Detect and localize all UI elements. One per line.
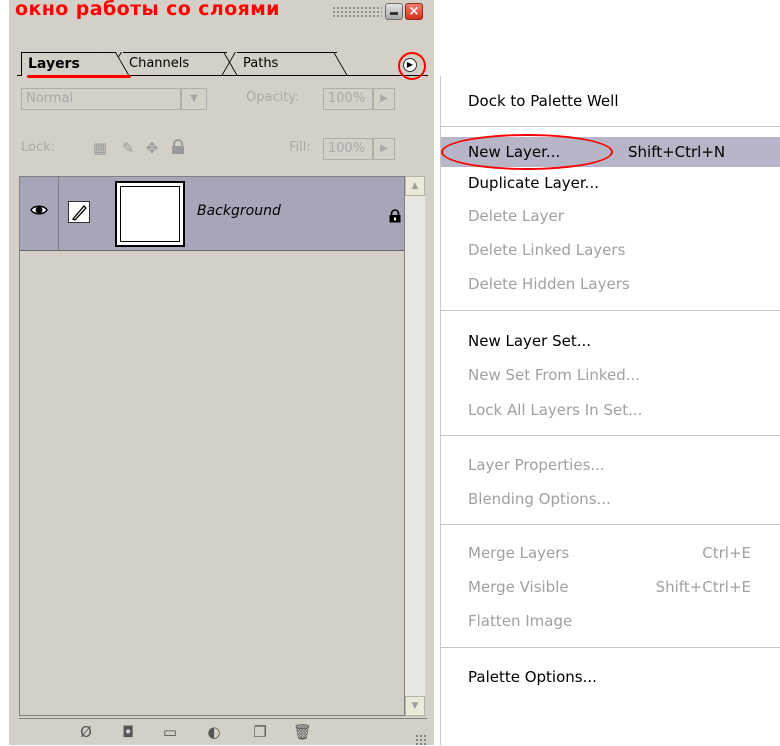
fill-slider-arrow-icon[interactable]: ▶	[373, 138, 395, 160]
layers-list: Background	[19, 176, 405, 716]
menu-item-duplicate-layer[interactable]: Duplicate Layer...	[441, 168, 780, 198]
menu-item-merge-visible: Merge Visible Shift+Ctrl+E	[441, 572, 780, 602]
blend-row: Normal ▼ Opacity: 100% ▶	[21, 88, 421, 112]
lock-position-move-icon[interactable]: ✥	[143, 139, 161, 157]
menu-item-dock-to-palette-well[interactable]: Dock to Palette Well	[441, 86, 780, 116]
tab-layers[interactable]: Layers	[21, 52, 113, 76]
layer-style-icon[interactable]: Ø	[77, 723, 95, 741]
fill-label: Fill:	[289, 140, 311, 155]
lock-row: Lock: ▦ ✎ ✥ Fill: 100% ▶	[21, 138, 421, 162]
scroll-up-icon[interactable]: ▲	[405, 176, 425, 196]
palette-bottom-bar: Ø ◘ ▭ ◐ ❐ 🗑	[19, 718, 427, 746]
palette-title: окно работы со слоями	[15, 0, 280, 20]
menu-item-palette-options[interactable]: Palette Options...	[441, 662, 780, 692]
menu-separator	[441, 435, 780, 436]
lock-label: Lock:	[21, 140, 56, 155]
layer-edit-toggle[interactable]	[60, 177, 104, 250]
opacity-label: Opacity:	[246, 90, 300, 105]
menu-item-layer-properties: Layer Properties...	[468, 456, 605, 474]
close-button[interactable]: ×	[405, 3, 423, 20]
padlock-icon	[389, 209, 401, 223]
menu-item-merge-layers: Merge Layers Ctrl+E	[441, 538, 780, 568]
title-bar-grip	[332, 6, 382, 18]
lock-pixels-brush-icon[interactable]: ✎	[119, 139, 137, 157]
new-layer-annotation	[441, 134, 613, 170]
menu-item-new-set-from-linked: New Set From Linked...	[468, 366, 641, 384]
lock-transparency-icon[interactable]: ▦	[91, 139, 109, 157]
palette-flyout-menu: Dock to Palette Well New Layer... Shift+…	[440, 76, 780, 745]
resize-grip[interactable]	[415, 734, 427, 746]
new-set-folder-icon[interactable]: ▭	[161, 723, 179, 741]
menu-item-delete-linked-layers: Delete Linked Layers	[468, 241, 626, 259]
fill-input[interactable]: 100%	[323, 138, 373, 160]
blend-mode-select[interactable]: Normal	[21, 88, 181, 110]
shortcut: Ctrl+E	[702, 544, 751, 562]
layer-name: Background	[197, 203, 281, 219]
menu-separator	[441, 310, 780, 311]
layers-scrollbar[interactable]: ▲ ▼	[405, 176, 425, 716]
shortcut: Shift+Ctrl+N	[628, 143, 726, 161]
visibility-toggle[interactable]	[20, 177, 59, 250]
scroll-down-icon[interactable]: ▼	[405, 696, 425, 716]
new-layer-icon[interactable]: ❐	[251, 723, 269, 741]
menu-separator	[441, 647, 780, 648]
minimize-button[interactable]	[385, 3, 403, 20]
menu-item-flatten-image: Flatten Image	[468, 612, 573, 630]
lock-all-padlock-icon[interactable]	[169, 139, 187, 157]
menu-item-delete-hidden-layers: Delete Hidden Layers	[468, 275, 630, 293]
trash-icon[interactable]: 🗑	[293, 723, 312, 741]
add-mask-icon[interactable]: ◘	[119, 723, 137, 741]
palette-menu-button[interactable]: ▶	[398, 52, 426, 80]
menu-item-new-layer-set[interactable]: New Layer Set...	[441, 326, 780, 356]
opacity-input[interactable]: 100%	[323, 88, 373, 110]
tab-channels[interactable]: Channels	[123, 52, 227, 76]
layer-row-background[interactable]: Background	[20, 177, 404, 251]
adjustment-layer-icon[interactable]: ◐	[205, 723, 223, 741]
layers-palette: окно работы со слоями × Layers Channels …	[9, 0, 434, 746]
menu-item-lock-all-layers-in-set: Lock All Layers In Set...	[468, 401, 643, 419]
menu-separator	[441, 126, 780, 127]
palette-title-bar[interactable]: окно работы со слоями ×	[9, 0, 434, 22]
brush-icon	[68, 201, 90, 223]
triangle-right-icon: ▶	[403, 58, 417, 72]
opacity-slider-arrow-icon[interactable]: ▶	[373, 88, 395, 110]
chevron-down-icon[interactable]: ▼	[181, 88, 207, 110]
menu-item-delete-layer: Delete Layer	[468, 207, 564, 225]
eye-icon	[30, 205, 48, 215]
tab-paths[interactable]: Paths	[237, 52, 337, 76]
menu-separator	[441, 524, 780, 525]
active-tab-annotation	[27, 75, 131, 78]
layer-thumbnail	[115, 181, 185, 247]
shortcut: Shift+Ctrl+E	[655, 578, 751, 596]
menu-item-blending-options: Blending Options...	[468, 490, 611, 508]
